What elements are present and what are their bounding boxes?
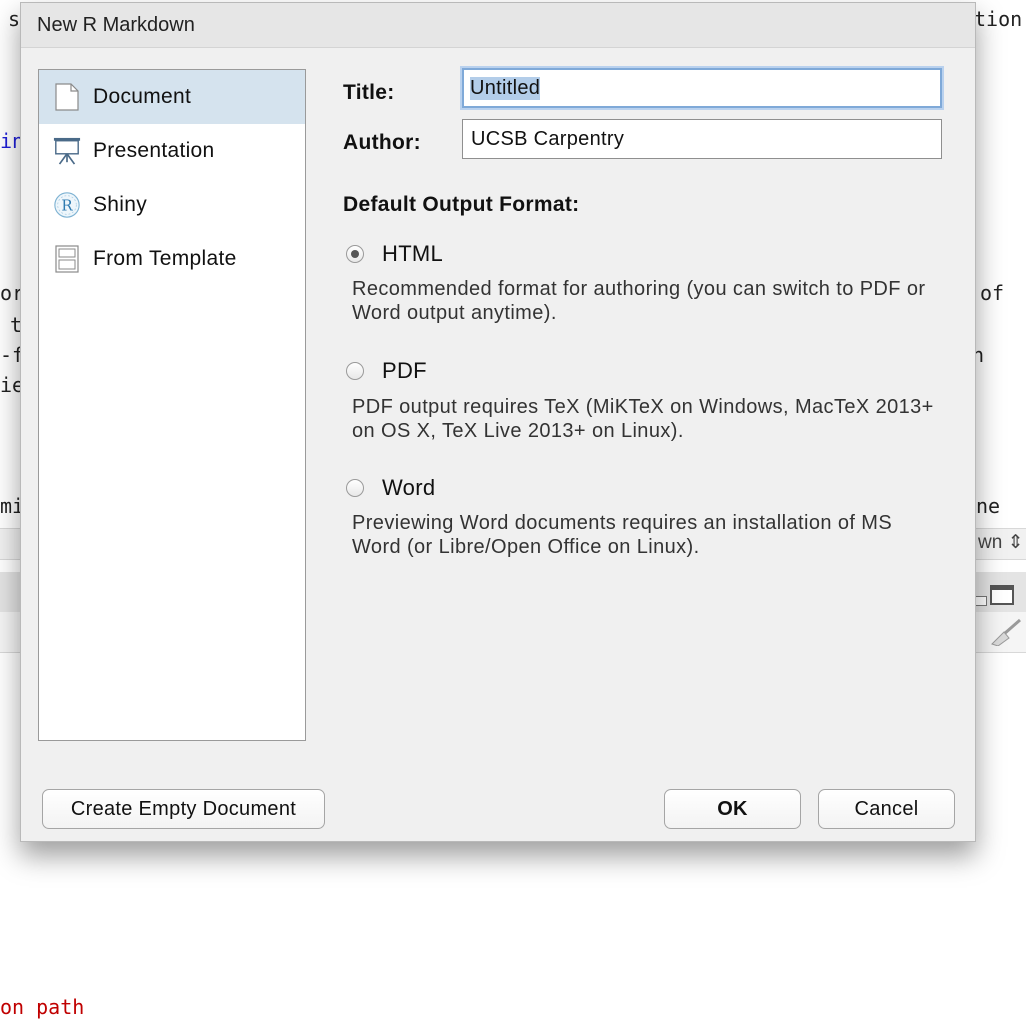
format-description: Recommended format for authoring (you ca… [352,278,926,324]
format-label: HTML [382,241,444,266]
new-r-markdown-dialog: New R Markdown Document Presentation R S… [20,2,976,842]
bg-code-fragment: ne [976,494,1001,518]
sidebar-item-document[interactable]: Document [39,70,305,124]
pdf-radio[interactable] [346,362,364,380]
shiny-icon: R [53,190,81,220]
author-input-value: UCSB Carpentry [471,127,625,150]
template-icon [53,244,81,274]
format-description: Previewing Word documents requires an in… [352,512,893,558]
sidebar-item-from-template[interactable]: From Template [39,232,305,286]
format-option-pdf[interactable]: PDF [346,358,427,384]
sidebar-item-label: Shiny [93,193,148,216]
sidebar-item-label: Document [93,85,192,108]
format-label: PDF [382,358,427,383]
author-input[interactable]: UCSB Carpentry [462,119,942,159]
bg-code-fragment: on path [0,995,85,1019]
bg-select[interactable]: wn ⇕ [978,531,1024,554]
sidebar-item-label: Presentation [93,139,215,162]
document-type-list: Document Presentation R Shiny From Templ… [38,69,306,741]
format-label: Word [382,475,436,500]
bg-select-value: wn [978,532,1003,553]
bg-code-fragment: tion [974,7,1023,31]
format-option-html[interactable]: HTML [346,241,443,267]
author-label: Author: [343,131,421,154]
bg-code-fragment: of [980,281,1005,305]
updown-arrows-icon: ⇕ [1007,532,1024,553]
sidebar-item-shiny[interactable]: R Shiny [39,178,305,232]
word-radio[interactable] [346,479,364,497]
broom-icon[interactable] [984,616,1024,646]
create-empty-document-button[interactable]: Create Empty Document [42,789,325,829]
dialog-title: New R Markdown [37,14,195,36]
maximize-icon[interactable] [990,585,1014,605]
output-format-heading: Default Output Format: [343,193,580,216]
sidebar-item-presentation[interactable]: Presentation [39,124,305,178]
ok-button[interactable]: OK [664,789,801,829]
title-label: Title: [343,81,395,104]
svg-text:R: R [61,197,73,215]
html-radio[interactable] [346,245,364,263]
dialog-titlebar: New R Markdown [21,3,975,48]
title-input-value: Untitled [470,76,541,100]
cancel-button[interactable]: Cancel [818,789,955,829]
sidebar-item-label: From Template [93,247,237,270]
format-option-word[interactable]: Word [346,475,435,501]
format-description: PDF output requires TeX (MiKTeX on Windo… [352,396,934,442]
title-input[interactable]: Untitled [462,68,942,108]
presentation-icon [53,136,81,166]
bg-code-fragment: s [8,7,21,31]
document-icon [53,82,81,112]
